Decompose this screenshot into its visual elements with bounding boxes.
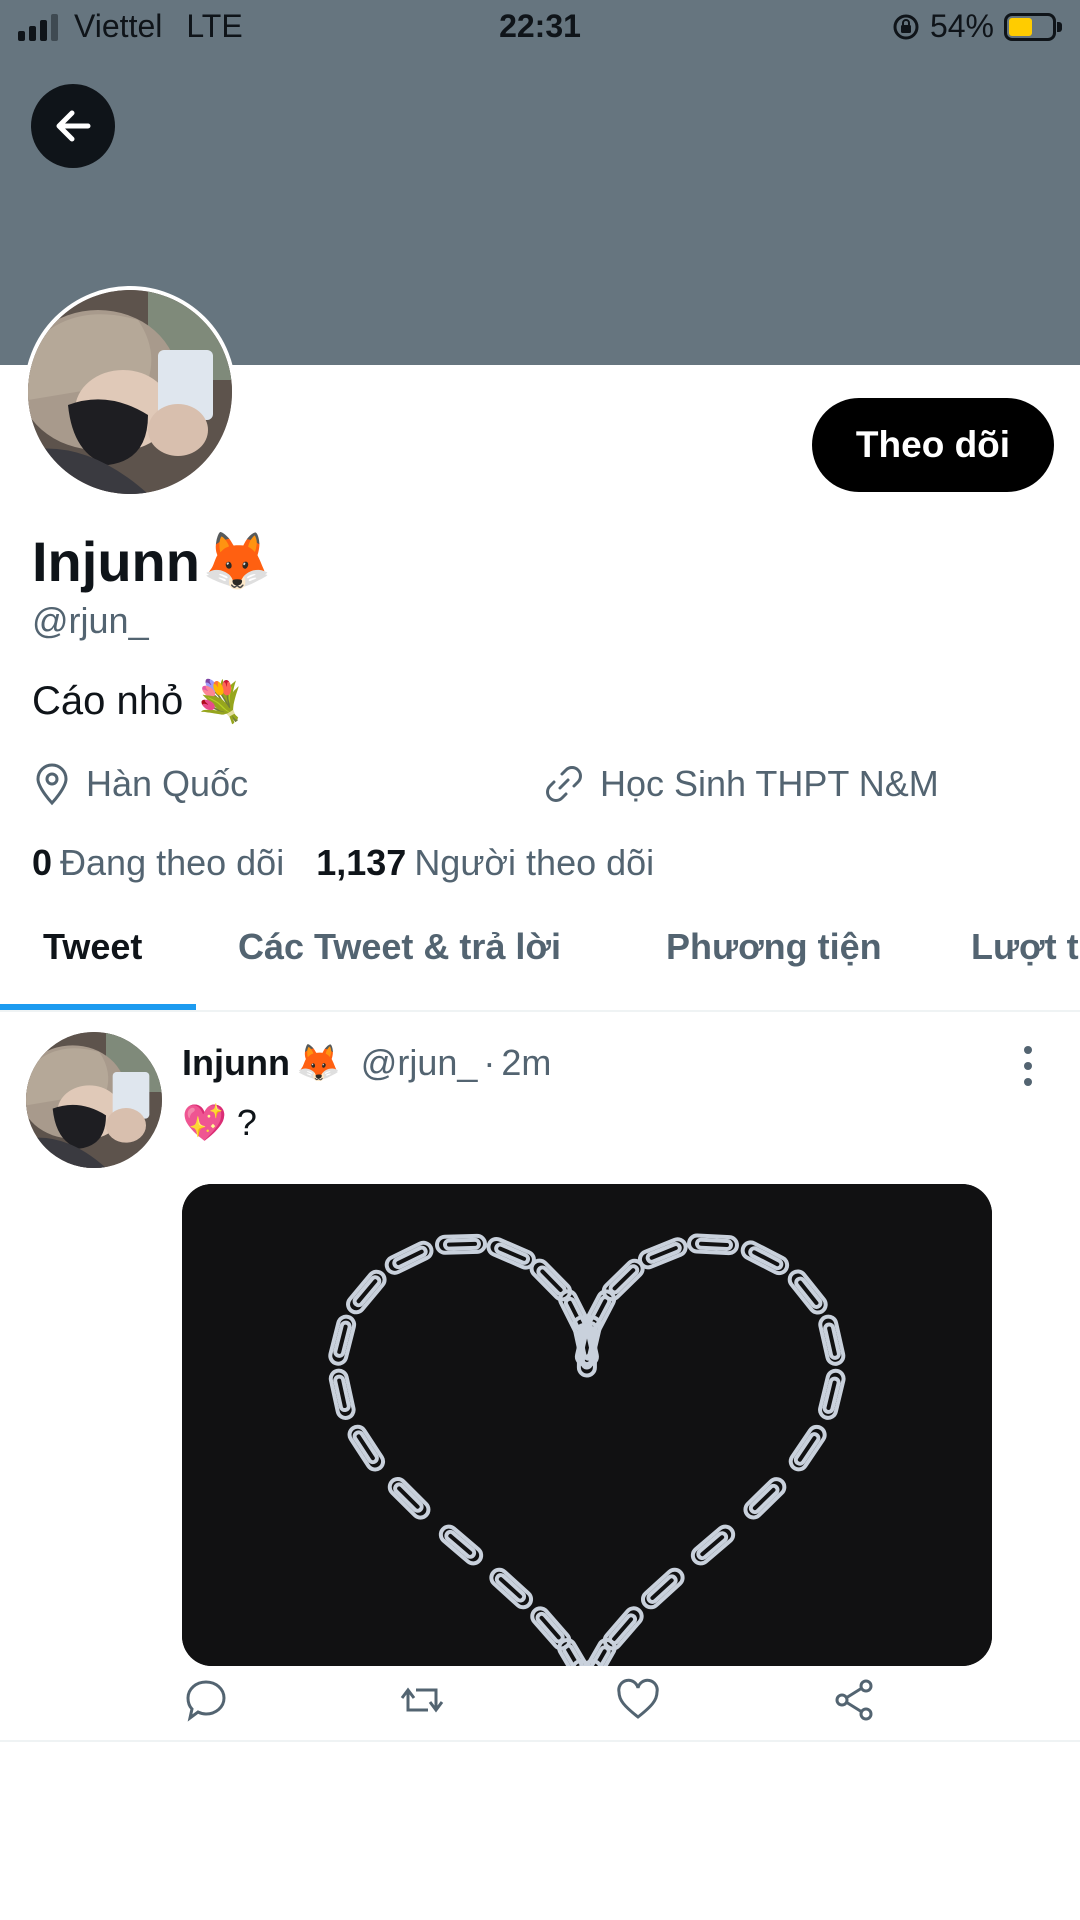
status-bar: Viettel LTE 22:31 54% <box>0 0 1080 56</box>
profile-avatar[interactable] <box>24 286 236 498</box>
battery-icon <box>1004 12 1062 41</box>
share-icon[interactable] <box>830 1676 878 1724</box>
profile-handle: @rjun_ <box>32 600 149 641</box>
link-text: Học Sinh THPT N&M <box>600 763 939 804</box>
tweet-actions <box>182 1676 902 1726</box>
tweet-item[interactable]: Injunn 🦊 @rjun_ · 2m 💖 ? <box>0 1012 1080 1742</box>
tweet-avatar-photo <box>26 1032 162 1168</box>
tweet-timestamp: 2m <box>501 1042 552 1083</box>
tweet-text-body: ? <box>236 1102 257 1143</box>
location-icon <box>36 763 68 806</box>
profile-link[interactable]: Học Sinh THPT N&M <box>542 762 939 806</box>
status-right: 54% <box>892 8 1062 45</box>
followers-stat[interactable]: 1,137 Người theo dõi <box>316 842 654 884</box>
following-stat[interactable]: 0 Đang theo dõi <box>32 842 284 884</box>
tweet-author-handle: @rjun_ <box>360 1042 478 1083</box>
avatar-photo <box>28 290 232 494</box>
tab-likes[interactable]: Lượt t <box>971 926 1079 968</box>
tab-active-indicator <box>0 1004 196 1010</box>
tweet-header: Injunn 🦊 @rjun_ · 2m <box>182 1042 551 1084</box>
display-name-text: Injunn <box>32 529 200 593</box>
tweet-fox-emoji: 🦊 <box>295 1042 341 1083</box>
bouquet-emoji: 💐 <box>195 680 246 724</box>
back-button[interactable] <box>31 84 115 168</box>
tweet-author-name[interactable]: Injunn <box>182 1042 290 1084</box>
retweet-icon[interactable] <box>398 1676 446 1724</box>
following-count: 0 <box>32 842 53 883</box>
tweet-text: 💖 ? <box>182 1102 257 1144</box>
profile-location: Hàn Quốc <box>32 762 248 806</box>
tweet-avatar[interactable] <box>26 1032 162 1168</box>
profile-meta: Hàn Quốc Học Sinh THPT N&M <box>32 762 1052 812</box>
link-icon <box>546 766 582 802</box>
display-name: Injunn 🦊 <box>32 528 272 594</box>
tweet-separator: · <box>483 1042 496 1083</box>
profile-tabs: Tweet Các Tweet & trả lời Phương tiện Lư… <box>0 908 1080 1012</box>
followers-label: Người theo dõi <box>414 842 655 883</box>
fox-emoji: 🦊 <box>201 529 272 592</box>
reply-icon[interactable] <box>182 1676 230 1724</box>
profile-bio: Cáo nhỏ 💐 <box>32 678 245 725</box>
back-arrow-icon <box>56 110 91 142</box>
tweet-media-image[interactable] <box>182 1184 992 1666</box>
followers-count: 1,137 <box>316 842 407 883</box>
tab-tweets[interactable]: Tweet <box>43 926 142 968</box>
follow-button[interactable]: Theo dõi <box>812 398 1054 492</box>
profile-screen: Viettel LTE 22:31 54% Theo dõi Injunn 🦊 … <box>0 0 1080 1920</box>
tab-media[interactable]: Phương tiện <box>666 926 882 968</box>
battery-percent: 54% <box>929 8 994 44</box>
like-icon[interactable] <box>614 1676 662 1724</box>
paperclip-heart-image <box>182 1184 992 1666</box>
sparkling-heart-emoji: 💖 <box>182 1102 227 1143</box>
bio-text: Cáo nhỏ <box>32 679 184 723</box>
location-text: Hàn Quốc <box>86 763 249 804</box>
tab-tweets-replies[interactable]: Các Tweet & trả lời <box>238 926 561 968</box>
follow-stats: 0 Đang theo dõi 1,137 Người theo dõi <box>32 842 654 884</box>
more-icon[interactable] <box>1022 1046 1034 1086</box>
rotation-lock-icon <box>893 14 919 39</box>
following-label: Đang theo dõi <box>60 842 285 883</box>
